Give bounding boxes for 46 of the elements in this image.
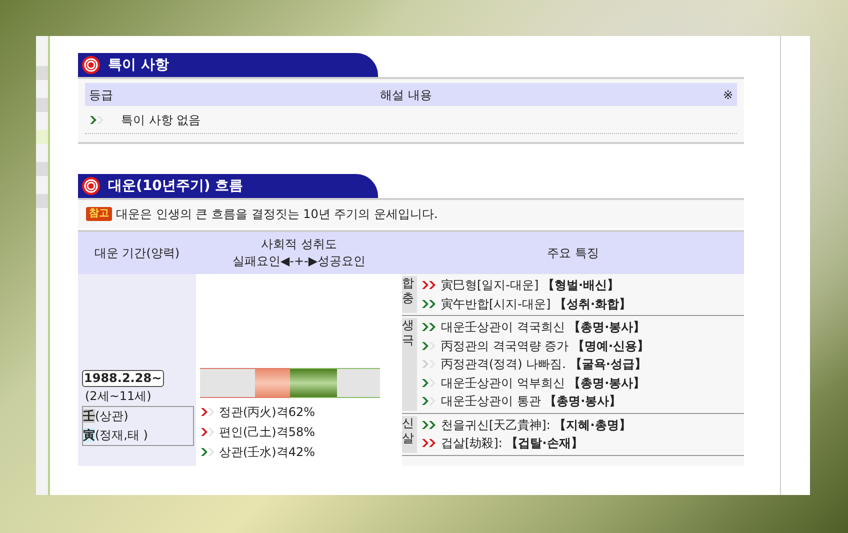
double-chevron-icon <box>421 420 438 430</box>
stem-text: 壬(상관) <box>83 408 130 425</box>
column-header: 실패요인◀-+-▶성공요인 <box>232 253 366 270</box>
target-icon <box>82 177 100 195</box>
section-title: 대운(10년주기) 흐름 <box>108 176 244 196</box>
double-chevron-icon <box>421 378 438 388</box>
target-icon <box>82 56 100 74</box>
row-text: 특이 사항 없음 <box>121 112 201 128</box>
group-label: 신살 <box>402 416 417 452</box>
factor-text: 편인(己土)격58% <box>219 424 316 441</box>
feature-text: 대운壬상관이 억부희신 【총명·봉사】 <box>441 374 646 392</box>
double-chevron-icon <box>421 280 438 290</box>
column-header: 등급 <box>89 86 114 104</box>
column-header: ※ <box>722 86 733 104</box>
note-text: 대운은 인생의 큰 흐름을 결정짓는 10년 주기의 운세입니다. <box>116 206 438 223</box>
double-chevron-icon <box>421 322 438 332</box>
column-header: 해설 내용 <box>379 86 433 104</box>
double-chevron-icon <box>200 447 217 457</box>
factor-text: 정관(丙火)격62% <box>219 404 316 421</box>
feature-text: 대운壬상관이 통관 【총명·봉사】 <box>441 393 622 410</box>
double-chevron-icon <box>89 114 106 124</box>
double-chevron-icon <box>421 298 438 309</box>
double-chevron-icon <box>200 427 217 437</box>
date-field: 1988.2.28~ <box>82 370 164 387</box>
feature-text: 寅午반합[시지-대운] 【성취·화합】 <box>441 296 632 313</box>
factor-text: 상관(壬水)격42% <box>219 444 316 461</box>
feature-text: 丙정관의 격국역량 증가 【명예·신용】 <box>441 338 650 355</box>
feature-text: 겁살[劫殺]: 【겁탈·손재】 <box>441 435 583 452</box>
column-header: 대운 기간(양력) <box>93 245 181 262</box>
feature-text: 寅巳형[일지-대운] 【형벌·배신】 <box>441 277 620 294</box>
double-chevron-icon <box>421 396 438 406</box>
feature-text: 丙정관격(정격) 나빠짐. 【굴욕·성급】 <box>441 356 646 374</box>
section-title: 특이 사항 <box>108 56 169 74</box>
double-chevron-icon <box>421 340 438 351</box>
note-badge: 참고 <box>86 207 112 221</box>
feature-text: 대운壬상관이 격국희신 【총명·봉사】 <box>441 319 646 336</box>
double-chevron-icon <box>421 359 438 370</box>
branch-text: 寅(정재,태 ) <box>83 427 149 444</box>
group-label: 생극 <box>402 318 417 410</box>
group-label: 합충 <box>402 276 417 313</box>
double-chevron-icon <box>421 438 438 448</box>
age-range: (2세~11세) <box>84 388 152 405</box>
column-header: 사회적 성취도 <box>261 236 337 253</box>
double-chevron-icon <box>200 407 217 417</box>
column-header: 주요 특징 <box>546 245 600 262</box>
feature-text: 천을귀신[天乙貴神]: 【지혜·총명】 <box>441 416 631 434</box>
